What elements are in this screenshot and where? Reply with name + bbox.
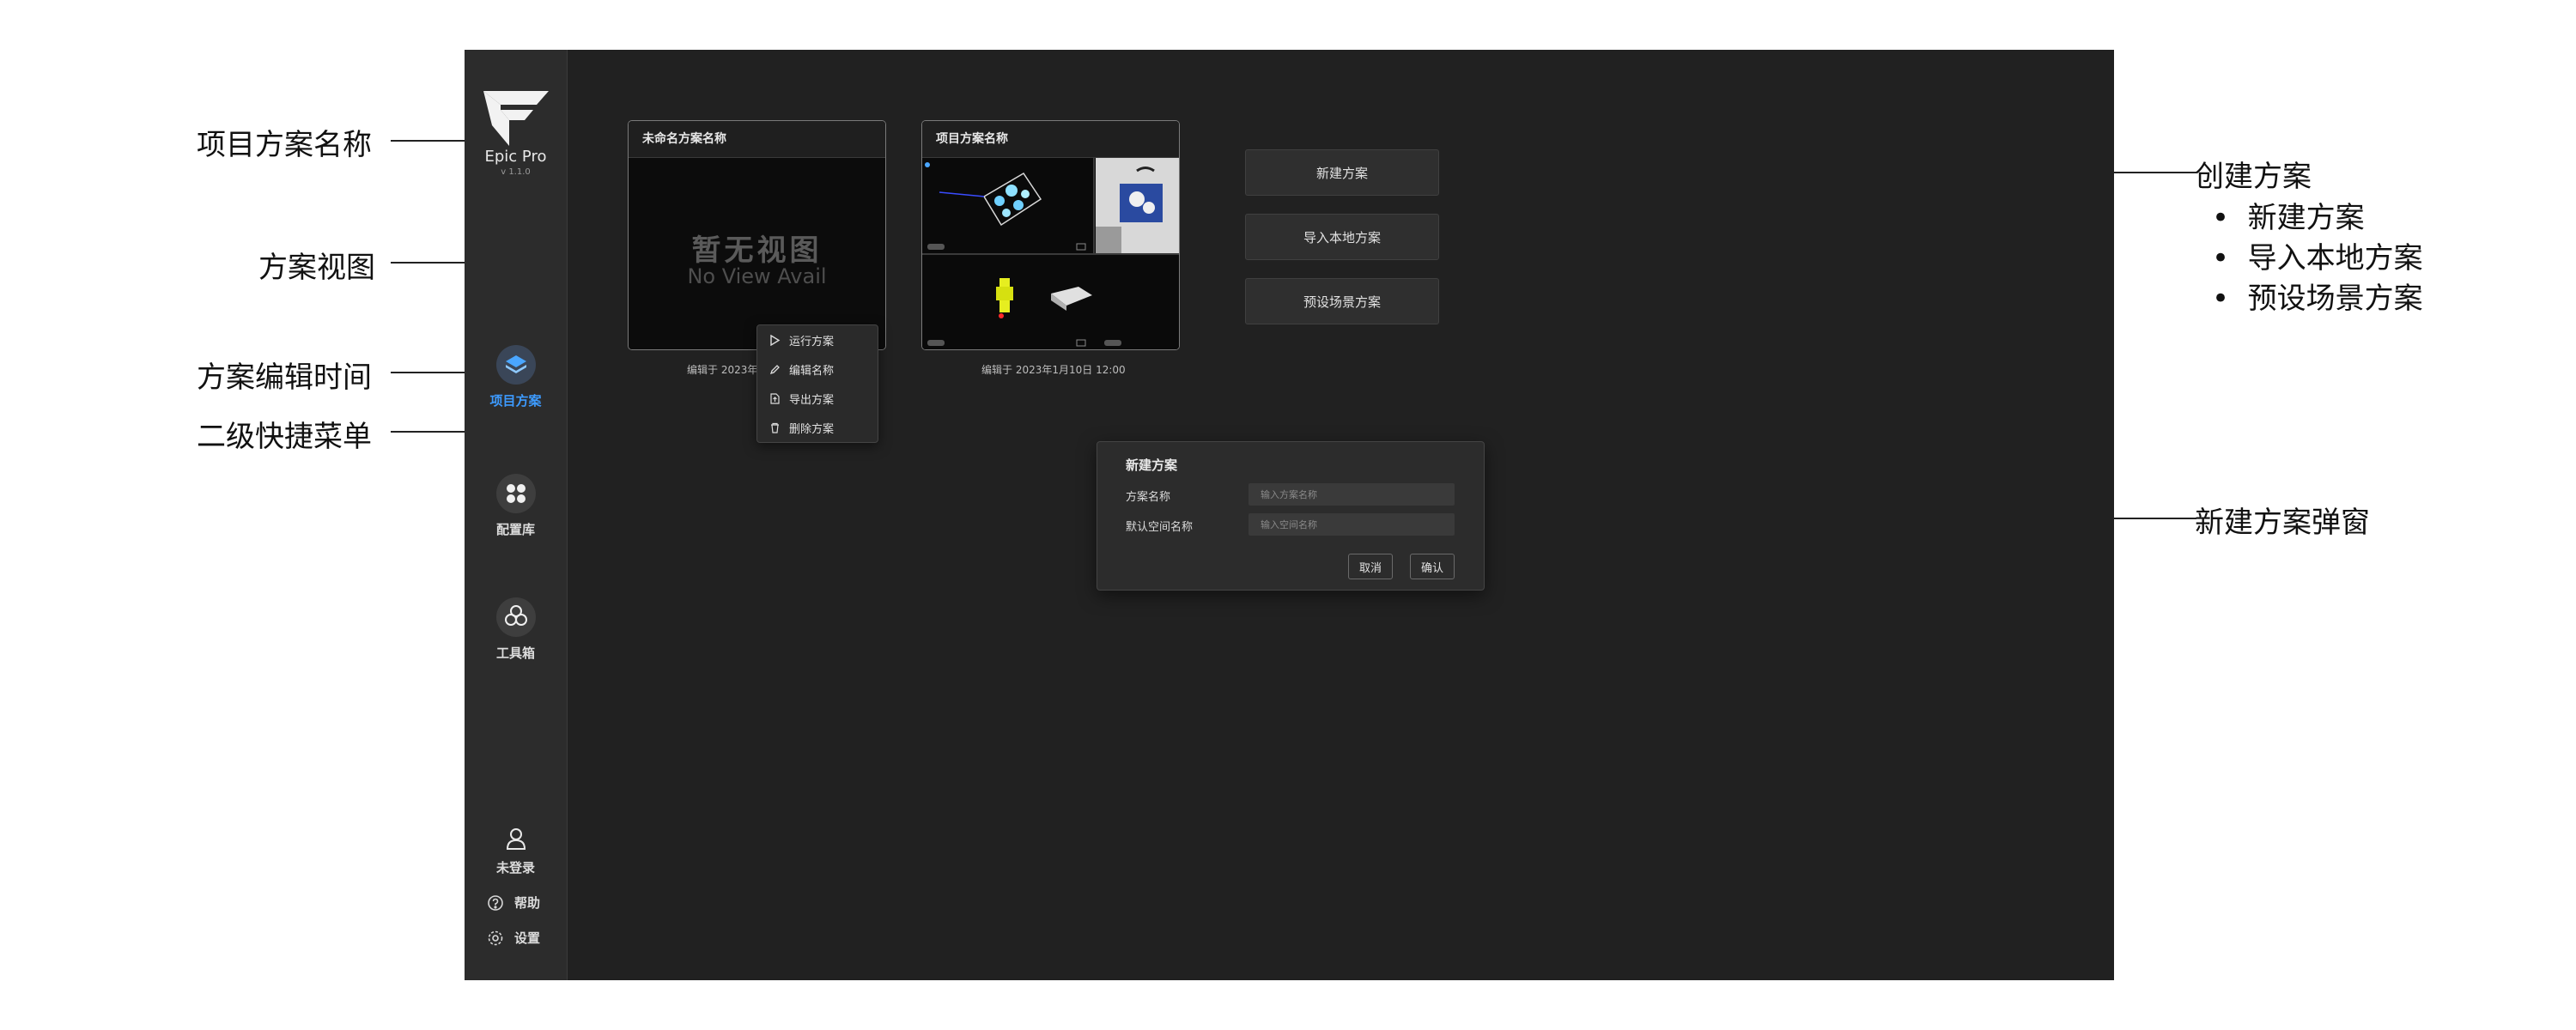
dialog-title: 新建方案 [1126,457,1178,473]
annotation-edit-time: 方案编辑时间 [197,360,372,395]
nav-label: 配置库 [495,522,535,537]
menu-item-label: 编辑名称 [789,364,835,378]
card-title: 未命名方案名称 [629,121,885,158]
play-icon [770,334,781,346]
nav-label: 工具箱 [495,645,535,661]
export-file-icon [770,392,780,404]
layers-icon [495,345,536,385]
menu-item-rename[interactable]: 编辑名称 [757,354,878,384]
project-name-input[interactable] [1249,483,1455,506]
gear-icon [488,930,503,945]
project-card[interactable]: 未命名方案名称 暂无视图 No View Avail [628,120,886,350]
help-icon [488,894,503,911]
card-title: 项目方案名称 [922,121,1179,158]
menu-item-delete[interactable]: 删除方案 [757,413,878,442]
card-view-preview [922,158,1179,349]
menu-item-label: 导出方案 [789,393,835,407]
annotation-submenu: 二级快捷菜单 [197,420,372,454]
nav-item-config-library[interactable]: 配置库 [465,474,567,538]
confirm-button[interactable]: 确认 [1410,554,1455,579]
settings-label: 设置 [514,930,541,946]
card-edit-time: 编辑于 2023年 [687,364,758,376]
card-edit-time: 编辑于 2023年1月10日 12:00 [981,364,1126,376]
pencil-icon [769,364,780,374]
epic-logo-icon [483,91,549,146]
no-view-text-en: No View Avail [687,264,827,288]
no-view-text: 暂无视图 [691,233,823,268]
menu-item-label: 删除方案 [789,422,835,436]
project-name-label: 方案名称 [1126,491,1171,504]
new-project-dialog: 新建方案 方案名称 默认空间名称 取消 确认 [1097,441,1485,591]
flower-icon [495,597,536,637]
context-menu: 运行方案 编辑名称 导出方案 删除方案 [756,324,878,443]
project-card[interactable]: 项目方案名称 [921,120,1180,350]
app-window: Epic Pro v 1.1.0 项目方案 配置库 工具箱 未登录 帮助 设置 … [465,50,2114,980]
menu-item-label: 运行方案 [789,335,835,348]
card-view-empty: 暂无视图 No View Avail [629,158,885,349]
settings-button[interactable]: 设置 [487,929,540,947]
trash-icon [771,422,779,433]
annotation-create-item: • 导入本地方案 [2212,241,2423,276]
nav-label: 项目方案 [489,393,542,409]
space-name-input[interactable] [1249,513,1455,536]
login-label: 未登录 [495,860,535,876]
space-name-label: 默认空间名称 [1126,521,1194,534]
annotation-dialog: 新建方案弹窗 [2195,506,2370,540]
help-label: 帮助 [514,895,541,911]
new-project-button[interactable]: 新建方案 [1245,149,1439,196]
import-local-project-button[interactable]: 导入本地方案 [1245,214,1439,260]
menu-item-run[interactable]: 运行方案 [757,325,878,354]
grid-dots-icon [495,474,536,513]
brand-version: v 1.1.0 [501,167,531,177]
annotation-create: 创建方案 [2195,160,2312,194]
help-button[interactable]: 帮助 [487,894,540,912]
annotation-view: 方案视图 [258,251,375,285]
user-icon [506,828,526,850]
login-button[interactable]: 未登录 [465,827,567,876]
menu-item-export[interactable]: 导出方案 [757,384,878,413]
preset-scene-project-button[interactable]: 预设场景方案 [1245,278,1439,324]
sidebar: Epic Pro v 1.1.0 项目方案 配置库 工具箱 未登录 帮助 设置 [465,50,568,980]
nav-item-projects[interactable]: 项目方案 [465,345,567,409]
nav-item-toolbox[interactable]: 工具箱 [465,597,567,662]
annotation-create-item: • 预设场景方案 [2212,282,2423,316]
brand-name: Epic Pro [484,148,547,166]
scene-preview-image [922,158,1179,349]
annotation-project-name: 项目方案名称 [197,128,372,162]
annotation-create-item: • 新建方案 [2212,201,2365,235]
cancel-button[interactable]: 取消 [1348,554,1393,579]
